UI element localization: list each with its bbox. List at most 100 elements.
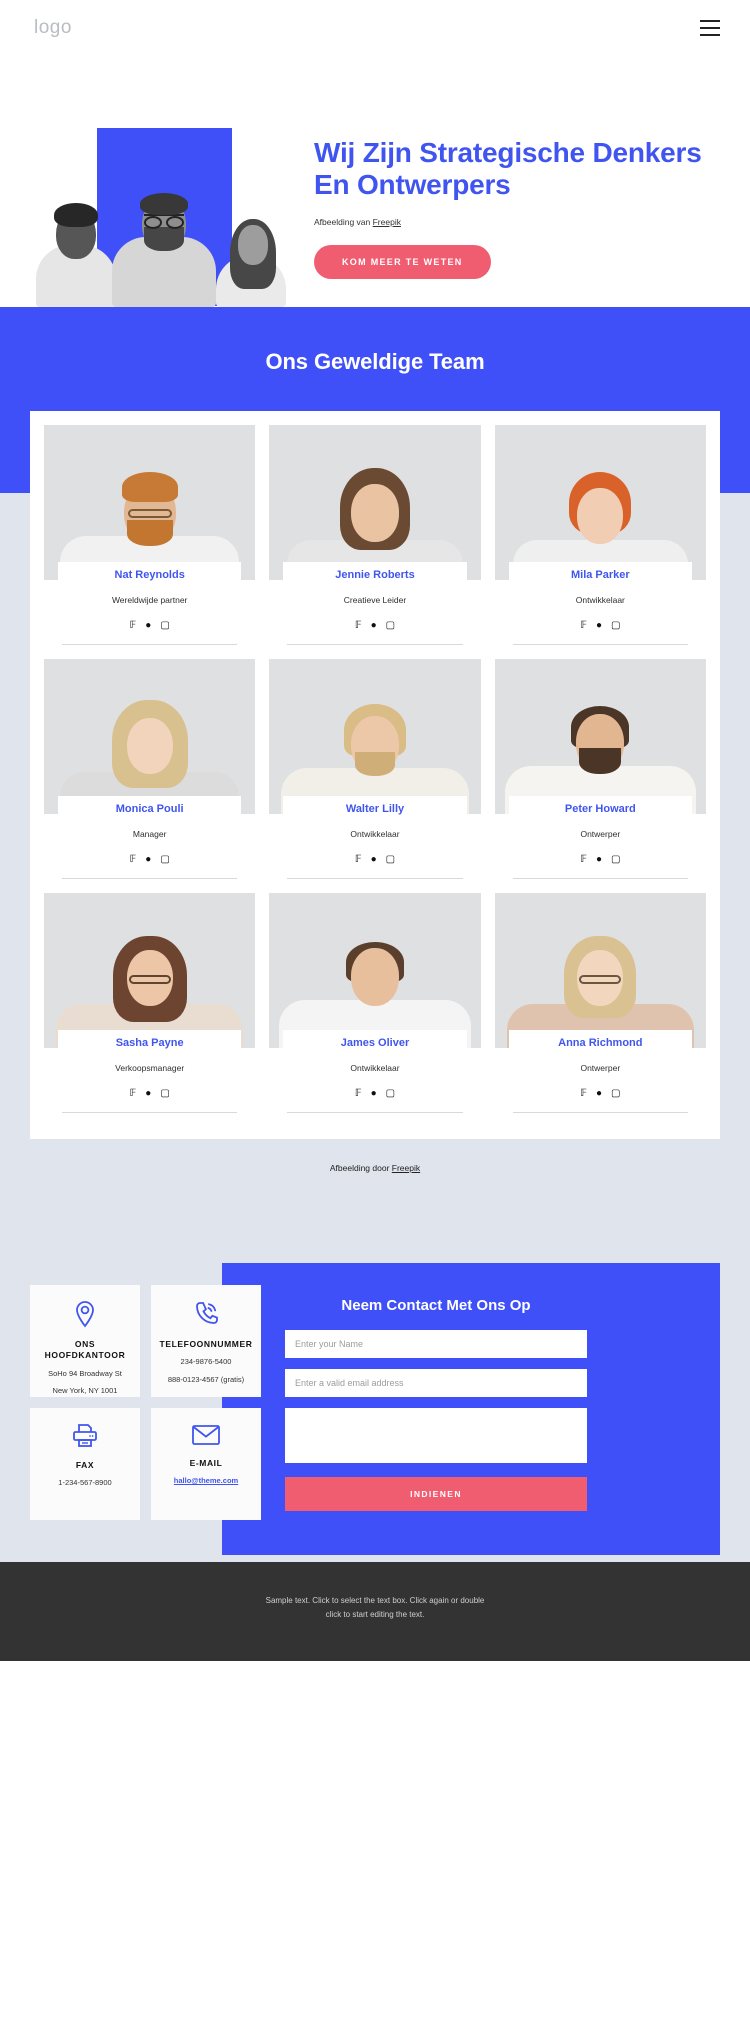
member-role: Ontwerper (580, 1063, 621, 1073)
member-divider (512, 878, 688, 879)
email-link[interactable]: hallo@theme.com (174, 1476, 238, 1485)
member-divider (512, 1112, 688, 1113)
member-divider (287, 878, 463, 879)
message-textarea[interactable] (285, 1408, 587, 1463)
person-face (238, 225, 268, 265)
site-logo[interactable]: logo (34, 17, 72, 39)
hero-section: Wij Zijn Strategische Denkers En Ontwerp… (0, 55, 750, 307)
twitter-icon[interactable]: ● (145, 621, 151, 631)
member-namebar: Anna Richmond (508, 1030, 692, 1052)
facebook-icon[interactable]: 𝔽 (355, 621, 362, 631)
learn-more-button[interactable]: KOM MEER TE WETEN (314, 244, 491, 279)
submit-button[interactable]: INDIENEN (285, 1477, 587, 1511)
name-input[interactable] (285, 1330, 587, 1358)
contact-card-title: E-MAIL (189, 1458, 223, 1468)
contact-section: ONS HOOFDKANTOOR SoHo 94 Broadway St New… (0, 1233, 750, 1562)
instagram-icon[interactable]: ▢ (386, 621, 395, 631)
team-member-card[interactable]: Anna Richmond Ontwerper 𝔽 ● ▢ (494, 893, 706, 1113)
twitter-icon[interactable]: ● (371, 855, 377, 865)
facebook-icon[interactable]: 𝔽 (130, 1089, 137, 1099)
member-divider (62, 878, 238, 879)
instagram-icon[interactable]: ▢ (611, 621, 620, 631)
team-section: Ons Geweldige Team Nat Reynolds Wereldwi… (0, 307, 750, 1233)
hamburger-menu-icon[interactable] (700, 19, 720, 36)
member-divider (62, 644, 238, 645)
hamburger-bar (700, 33, 720, 36)
team-row: Sasha Payne Verkoopsmanager 𝔽 ● ▢ James (44, 893, 706, 1113)
facebook-icon[interactable]: 𝔽 (580, 855, 587, 865)
member-namebar: Jennie Roberts (283, 562, 467, 584)
twitter-icon[interactable]: ● (596, 621, 602, 631)
contact-card-line1: SoHo 94 Broadway St (48, 1368, 122, 1378)
facebook-icon[interactable]: 𝔽 (130, 855, 137, 865)
team-credit-prefix: Afbeelding door (329, 1163, 392, 1173)
email-input[interactable] (285, 1369, 587, 1397)
contact-form-title: Neem Contact Met Ons Op (341, 1297, 531, 1314)
twitter-icon[interactable]: ● (145, 855, 151, 865)
member-namebar: Walter Lilly (283, 796, 467, 818)
twitter-icon[interactable]: ● (145, 1089, 151, 1099)
footer-line-1: Sample text. Click to select the text bo… (265, 1596, 485, 1605)
member-socials: 𝔽 ● ▢ (495, 1089, 706, 1099)
facebook-icon[interactable]: 𝔽 (580, 1089, 587, 1099)
team-member-card[interactable]: Jennie Roberts Creatieve Leider 𝔽 ● ▢ (269, 425, 481, 645)
facebook-icon[interactable]: 𝔽 (580, 621, 587, 631)
member-divider (287, 1112, 463, 1113)
member-role: Ontwerper (580, 829, 621, 839)
team-member-card[interactable]: Monica Pouli Manager 𝔽 ● ▢ (44, 659, 256, 879)
facebook-icon[interactable]: 𝔽 (130, 621, 137, 631)
instagram-icon[interactable]: ▢ (611, 855, 620, 865)
facebook-icon[interactable]: 𝔽 (355, 1089, 362, 1099)
team-member-card[interactable]: James Oliver Ontwikkelaar 𝔽 ● ▢ (269, 893, 481, 1113)
team-member-card[interactable]: Walter Lilly Ontwikkelaar 𝔽 ● ▢ (269, 659, 481, 879)
instagram-icon[interactable]: ▢ (611, 1089, 620, 1099)
member-socials: 𝔽 ● ▢ (44, 855, 255, 865)
instagram-icon[interactable]: ▢ (386, 1089, 395, 1099)
hero-person-left (34, 189, 118, 307)
team-member-card[interactable]: Nat Reynolds Wereldwijde partner 𝔽 ● ▢ (44, 425, 256, 645)
instagram-icon[interactable]: ▢ (160, 1089, 169, 1099)
team-member-card[interactable]: Peter Howard Ontwerper 𝔽 ● ▢ (494, 659, 706, 879)
member-name: Monica Pouli (115, 803, 184, 815)
member-photo (494, 893, 706, 1048)
member-photo (269, 425, 481, 580)
contact-card-line1: 234-9876-5400 (180, 1357, 232, 1367)
twitter-icon[interactable]: ● (371, 621, 377, 631)
member-socials: 𝔽 ● ▢ (44, 621, 255, 631)
twitter-icon[interactable]: ● (371, 1089, 377, 1099)
member-namebar: Monica Pouli (58, 796, 242, 818)
hero-image-credit: Afbeelding van Freepik (314, 217, 714, 227)
team-member-card[interactable]: Sasha Payne Verkoopsmanager 𝔽 ● ▢ (44, 893, 256, 1113)
hero-team-photo (30, 187, 298, 307)
member-socials: 𝔽 ● ▢ (495, 621, 706, 631)
contact-card-fax: FAX 1-234-567-8900 (30, 1408, 140, 1520)
member-name: Anna Richmond (558, 1037, 643, 1049)
hero-copy: Wij Zijn Strategische Denkers En Ontwerp… (314, 137, 714, 279)
member-photo (494, 425, 706, 580)
footer-line-2: click to start editing the text. (325, 1609, 425, 1619)
member-role: Ontwikkelaar (350, 829, 400, 839)
twitter-icon[interactable]: ● (596, 1089, 602, 1099)
twitter-icon[interactable]: ● (596, 855, 602, 865)
glasses-icon (144, 214, 184, 229)
hero-credit-link[interactable]: Freepik (373, 217, 401, 227)
member-namebar: Mila Parker (508, 562, 692, 584)
member-name: Sasha Payne (115, 1037, 184, 1049)
contact-card-title: TELEFOONNUMMER (159, 1339, 253, 1349)
instagram-icon[interactable]: ▢ (160, 621, 169, 631)
contact-card-line1: hallo@theme.com (174, 1475, 238, 1486)
member-role: Ontwikkelaar (575, 595, 625, 605)
facebook-icon[interactable]: 𝔽 (355, 855, 362, 865)
contact-card-line2: 888-0123-4567 (gratis) (167, 1374, 245, 1384)
team-member-card[interactable]: Mila Parker Ontwikkelaar 𝔽 ● ▢ (494, 425, 706, 645)
instagram-icon[interactable]: ▢ (160, 855, 169, 865)
hamburger-bar (700, 19, 720, 22)
member-name: Mila Parker (570, 569, 630, 581)
member-namebar: James Oliver (283, 1030, 467, 1052)
team-row: Nat Reynolds Wereldwijde partner 𝔽 ● ▢ J (44, 425, 706, 645)
team-credit-link[interactable]: Freepik (392, 1163, 420, 1173)
instagram-icon[interactable]: ▢ (386, 855, 395, 865)
member-name: Nat Reynolds (114, 569, 185, 581)
contact-card-headquarters: ONS HOOFDKANTOOR SoHo 94 Broadway St New… (30, 1285, 140, 1397)
member-socials: 𝔽 ● ▢ (269, 621, 480, 631)
